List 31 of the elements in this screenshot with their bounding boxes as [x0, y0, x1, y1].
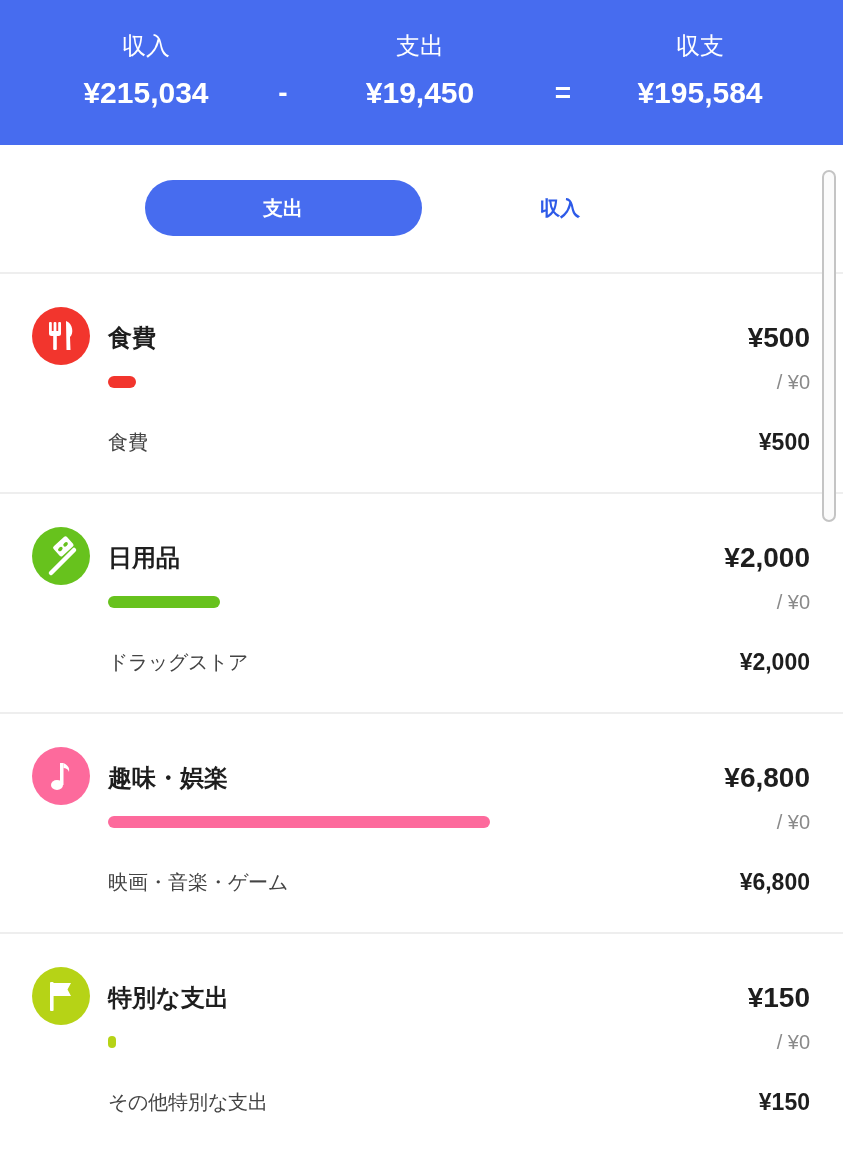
subcategory-name: 食費 [108, 429, 148, 455]
subcategory-amount: ¥2,000 [739, 648, 810, 676]
subcategory-amount: ¥500 [758, 428, 810, 456]
category-amount: ¥6,800 [724, 762, 810, 794]
subcategory-amount: ¥150 [758, 1088, 810, 1116]
summary-label: 支出 [395, 31, 445, 61]
operator-sign: = [554, 76, 572, 110]
category-name: 日用品 [108, 543, 180, 573]
summary-amount: ¥215,034 [82, 75, 210, 111]
scrollbar-thumb[interactable] [822, 170, 836, 522]
subcategory-name: その他特別な支出 [108, 1089, 268, 1115]
category-name: 食費 [108, 323, 156, 353]
category-name: 特別な支出 [108, 983, 229, 1013]
subcategory-name: 映画・音楽・ゲーム [108, 869, 288, 895]
budget-amount: / ¥0 [776, 370, 810, 394]
operator-sign: - [278, 76, 288, 110]
budget-amount: / ¥0 [776, 1030, 810, 1054]
budget-amount: / ¥0 [776, 590, 810, 614]
budget-amount: / ¥0 [776, 810, 810, 834]
subcategory-amount: ¥6,800 [739, 868, 810, 896]
category-name: 趣味・娯楽 [108, 763, 228, 793]
subcategory-name: ドラッグストア [108, 649, 248, 675]
tab[interactable]: 収入 [421, 180, 699, 236]
tab[interactable]: 支出 [144, 180, 422, 236]
category-amount: ¥150 [747, 982, 810, 1014]
summary-amount: ¥195,584 [636, 75, 764, 111]
summary-label: 収支 [675, 31, 725, 61]
summary-label: 収入 [121, 31, 171, 61]
category-amount: ¥500 [747, 322, 810, 354]
summary-amount: ¥19,450 [364, 75, 476, 111]
category-amount: ¥2,000 [724, 542, 810, 574]
